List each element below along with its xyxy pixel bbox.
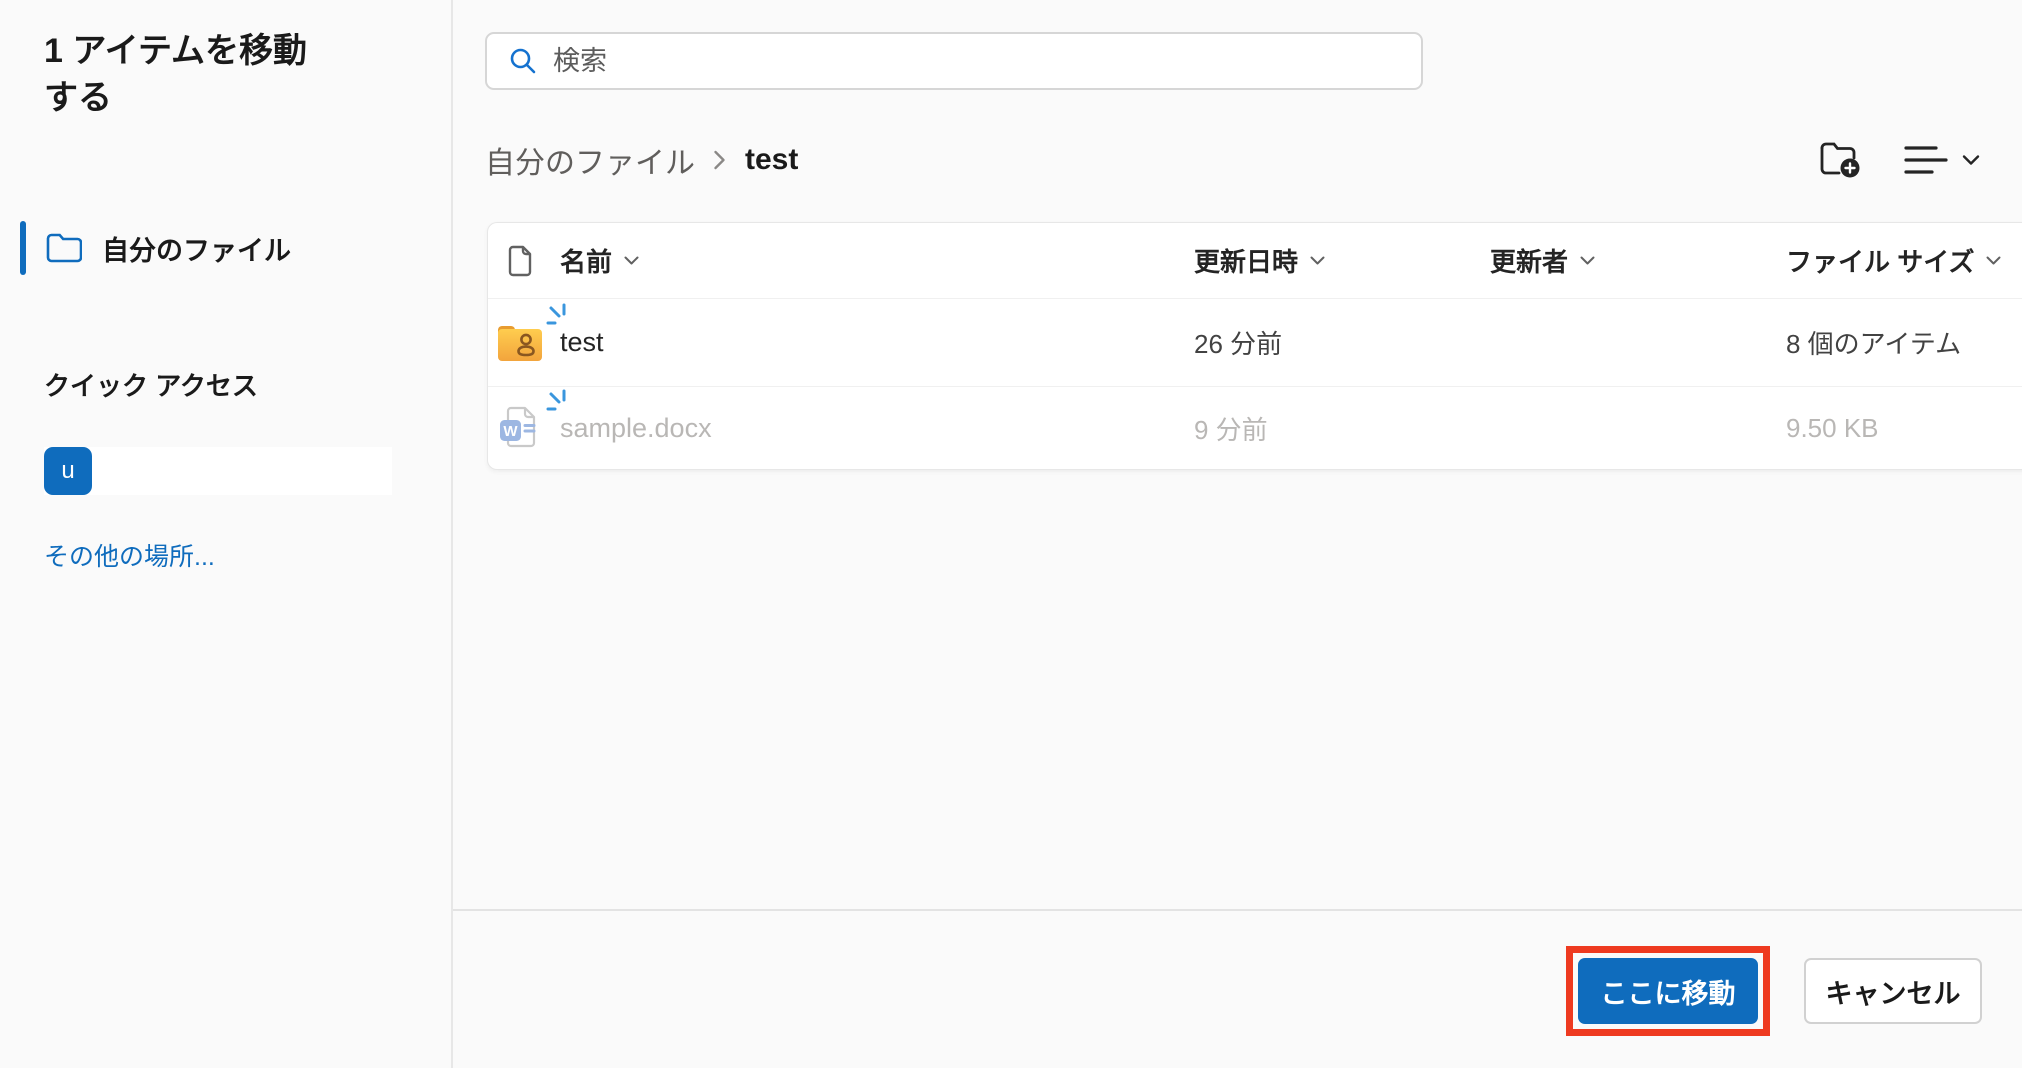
quick-access-heading: クイック アクセス (44, 366, 258, 403)
file-list-header: 名前 更新日時 更新者 ファイル サイズ (488, 223, 2022, 299)
chevron-down-icon (624, 256, 639, 266)
add-folder-icon (1819, 141, 1861, 179)
sidebar-item-label: 自分のファイル (102, 229, 291, 268)
chevron-down-icon (1310, 256, 1325, 266)
table-row-sample-docx: W sample.docx 9 分前 9.50 KB (488, 387, 2022, 469)
footer-divider (453, 909, 2022, 911)
breadcrumb: 自分のファイル test (485, 138, 798, 182)
view-options-icon (1900, 140, 1948, 180)
avatar: u (44, 447, 92, 495)
move-here-button[interactable]: ここに移動 (1578, 958, 1758, 1024)
breadcrumb-root[interactable]: 自分のファイル (485, 138, 695, 182)
file-icon (488, 244, 552, 278)
file-name: sample.docx (560, 413, 712, 444)
quick-access-item[interactable]: u (44, 447, 392, 495)
focus-mark-icon (546, 303, 570, 334)
file-size: 9.50 KB (1774, 413, 2022, 444)
file-size: 8 個のアイテム (1774, 324, 2022, 361)
view-options-button[interactable] (1890, 134, 1990, 186)
breadcrumb-chevron-icon (713, 148, 727, 172)
focus-mark-icon (546, 389, 570, 420)
chevron-down-icon (1962, 154, 1980, 166)
more-places-link[interactable]: その他の場所... (44, 537, 215, 573)
column-header-name[interactable]: 名前 (552, 242, 1182, 279)
search-icon (509, 47, 537, 75)
column-header-modified[interactable]: 更新日時 (1182, 242, 1478, 279)
table-row-folder-test[interactable]: test 26 分前 8 個のアイテム (488, 299, 2022, 387)
svg-text:W: W (503, 423, 518, 440)
word-document-icon: W (488, 406, 552, 450)
chevron-down-icon (1986, 256, 2001, 266)
folder-icon (46, 233, 82, 263)
move-dialog-sidebar: 1 アイテムを移動する 自分のファイル クイック アクセス u その他の場所..… (0, 0, 453, 1068)
add-folder-button[interactable] (1812, 134, 1868, 186)
breadcrumb-current: test (745, 143, 798, 177)
column-header-modified-by[interactable]: 更新者 (1478, 242, 1774, 279)
column-header-file-size[interactable]: ファイル サイズ (1774, 242, 2022, 279)
shared-folder-icon (488, 324, 552, 362)
search-input[interactable] (553, 46, 1373, 77)
selection-indicator (20, 221, 26, 275)
sidebar-item-my-files[interactable]: 自分のファイル (0, 214, 453, 282)
file-modified: 9 分前 (1182, 410, 1478, 447)
chevron-down-icon (1580, 256, 1595, 266)
file-modified: 26 分前 (1182, 324, 1478, 361)
search-box (485, 32, 1423, 90)
page-title: 1 アイテムを移動する (44, 28, 324, 122)
file-list: 名前 更新日時 更新者 ファイル サイズ (487, 222, 2022, 470)
cancel-button[interactable]: キャンセル (1804, 958, 1982, 1024)
action-highlight-box: ここに移動 (1566, 946, 1770, 1036)
